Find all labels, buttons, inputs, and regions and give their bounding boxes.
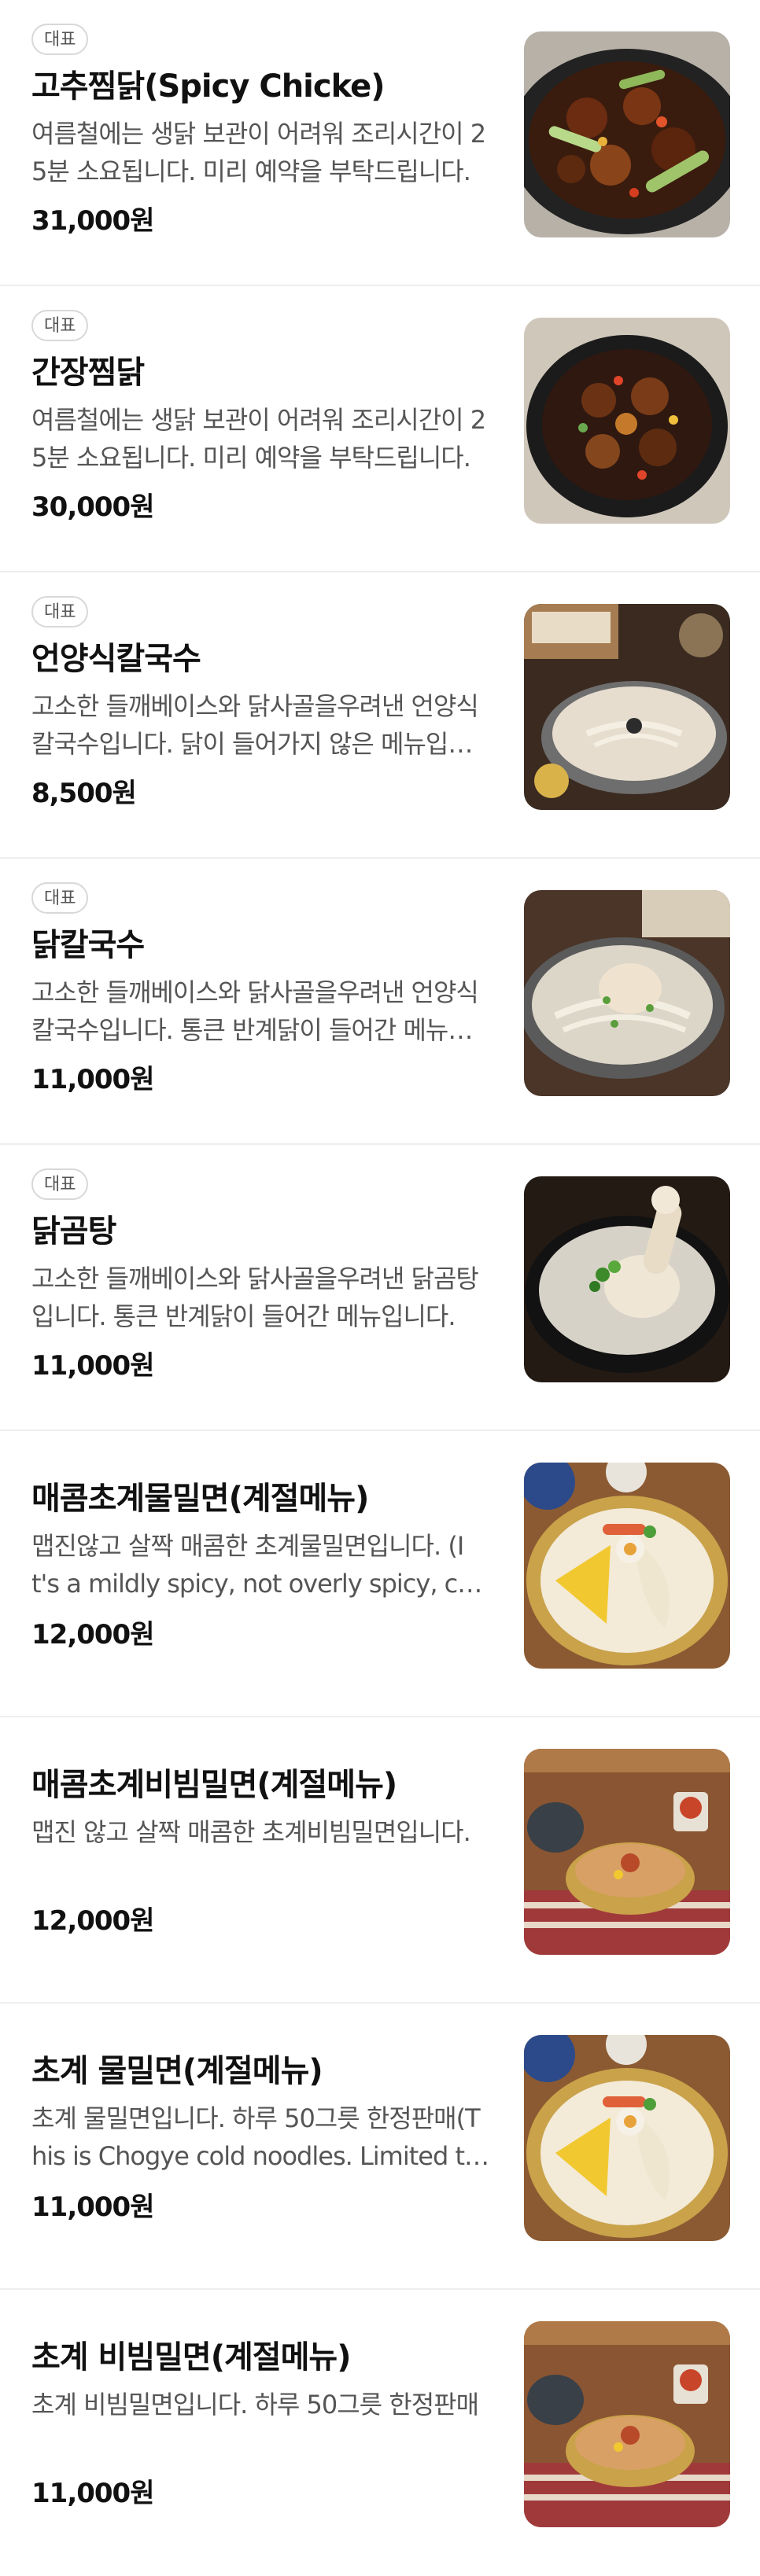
- menu-item-eonyang-kalguksu[interactable]: 대표 언양식칼국수 고소한 들깨베이스와 닭사골을우려낸 언양식칼국수입니다. …: [0, 572, 760, 859]
- menu-item-spicy-braised-chicken[interactable]: 대표 고추찜닭(Spicy Chicke) 여름철에는 생닭 보관이 어려워 조…: [0, 0, 760, 286]
- menu-item-chicken-kalguksu[interactable]: 대표 닭칼국수 고소한 들깨베이스와 닭사골을우려낸 언양식칼국수입니다. 통큰…: [0, 859, 760, 1145]
- menu-item-name: 닭칼국수: [31, 927, 145, 963]
- soy-braised-chicken-photo[interactable]: [524, 318, 730, 524]
- chicken-gomtang-photo[interactable]: [524, 1176, 730, 1382]
- spicy-braised-chicken-photo[interactable]: [524, 31, 730, 237]
- menu-item-price: 11,000원: [31, 1064, 154, 1095]
- menu-item-chicken-gomtang[interactable]: 대표 닭곰탕 고소한 들깨베이스와 닭사골을우려낸 닭곰탕입니다. 통큰 반계닭…: [0, 1145, 760, 1431]
- menu-item-description: 여름철에는 생닭 보관이 어려워 조리시간이 25분 소요됩니다. 미리 예약을…: [31, 405, 486, 473]
- spicy-chogye-cold-noodle-photo[interactable]: [524, 1463, 730, 1669]
- menu-item-name: 초계 물밀면(계절메뉴): [31, 2053, 323, 2089]
- menu-item-price: 12,000원: [31, 1619, 154, 1650]
- menu-list: 대표 고추찜닭(Spicy Chicke) 여름철에는 생닭 보관이 어려워 조…: [0, 0, 760, 2576]
- menu-item-price: 31,000원: [31, 205, 154, 237]
- menu-item-name: 고추찜닭(Spicy Chicke): [31, 68, 386, 105]
- signature-badge: 대표: [31, 24, 89, 55]
- menu-item-chogye-cold-noodle[interactable]: 초계 물밀면(계절메뉴) 초계 물밀면입니다. 하루 50그릇 한정판매(Thi…: [0, 2004, 760, 2290]
- menu-item-description: 여름철에는 생닭 보관이 어려워 조리시간이 25분 소요됩니다. 미리 예약을…: [31, 119, 486, 186]
- menu-item-name: 언양식칼국수: [31, 641, 201, 677]
- signature-badge: 대표: [31, 882, 89, 914]
- signature-badge: 대표: [31, 310, 89, 341]
- menu-item-name: 매콤초계비빔밀면(계절메뉴): [31, 1767, 397, 1803]
- menu-item-name: 간장찜닭: [31, 355, 145, 391]
- menu-item-name: 닭곰탕: [31, 1213, 116, 1249]
- menu-item-description: 맵진 않고 살짝 매콤한 초계비빔밀면입니다.: [31, 1817, 471, 1847]
- menu-item-spicy-chogye-bibim-noodle[interactable]: 매콤초계비빔밀면(계절메뉴) 맵진 않고 살짝 매콤한 초계비빔밀면입니다. 1…: [0, 1717, 760, 2004]
- menu-item-chogye-bibim-noodle[interactable]: 초계 비빔밀면(계절메뉴) 초계 비빔밀면입니다. 하루 50그릇 한정판매 1…: [0, 2290, 760, 2576]
- menu-item-price: 11,000원: [31, 1350, 154, 1382]
- chogye-cold-noodle-photo[interactable]: [524, 2035, 730, 2241]
- signature-badge: 대표: [31, 1168, 89, 1200]
- menu-item-price: 12,000원: [31, 1905, 154, 1937]
- menu-item-name: 초계 비빔밀면(계절메뉴): [31, 2339, 352, 2375]
- menu-item-description: 초계 물밀면입니다. 하루 50그릇 한정판매(This is Chogye c…: [31, 2103, 481, 2171]
- eonyang-kalguksu-photo[interactable]: [524, 604, 730, 810]
- menu-item-description: 고소한 들깨베이스와 닭사골을우려낸 언양식칼국수입니다. 통큰 반계닭이 들어…: [31, 977, 479, 1045]
- menu-item-price: 11,000원: [31, 2191, 154, 2223]
- menu-item-description: 맵진않고 살짝 매콤한 초계물밀면입니다. (It's a mildly spi…: [31, 1531, 479, 1599]
- menu-item-description: 초계 비빔밀면입니다. 하루 50그릇 한정판매: [31, 2390, 479, 2420]
- menu-item-price: 8,500원: [31, 778, 137, 809]
- signature-badge: 대표: [31, 596, 89, 627]
- menu-item-name: 매콤초계물밀면(계절메뉴): [31, 1481, 369, 1517]
- spicy-chogye-bibim-noodle-photo[interactable]: [524, 1749, 730, 1955]
- chogye-bibim-noodle-photo[interactable]: [524, 2321, 730, 2527]
- menu-item-soy-braised-chicken[interactable]: 대표 간장찜닭 여름철에는 생닭 보관이 어려워 조리시간이 25분 소요됩니다…: [0, 286, 760, 572]
- chicken-kalguksu-photo[interactable]: [524, 890, 730, 1096]
- menu-item-description: 고소한 들깨베이스와 닭사골을우려낸 닭곰탕입니다. 통큰 반계닭이 들어간 메…: [31, 1264, 479, 1331]
- menu-item-description: 고소한 들깨베이스와 닭사골을우려낸 언양식칼국수입니다. 닭이 들어가지 않은…: [31, 691, 479, 759]
- menu-item-price: 30,000원: [31, 491, 154, 523]
- menu-item-price: 11,000원: [31, 2478, 154, 2509]
- menu-item-spicy-chogye-cold-noodle[interactable]: 매콤초계물밀면(계절메뉴) 맵진않고 살짝 매콤한 초계물밀면입니다. (It'…: [0, 1431, 760, 1717]
